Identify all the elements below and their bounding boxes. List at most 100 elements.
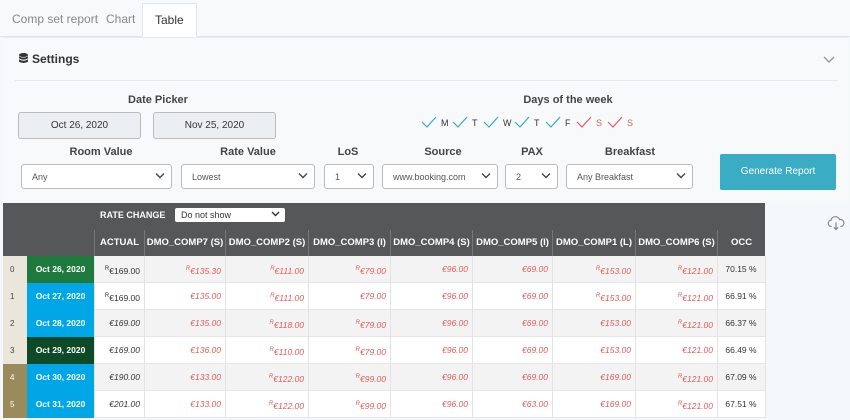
tab-table[interactable]: Table — [142, 3, 197, 37]
occupancy-cell: 66.37 % — [725, 318, 757, 328]
rate-value: €69.00 — [522, 318, 548, 328]
rate-value: €111.00 — [274, 266, 304, 276]
row-date: Oct 30, 2020 — [27, 364, 94, 391]
day-letter: F — [565, 118, 571, 128]
table-row[interactable]: 2 Oct 28, 2020 €169.00 €135.00 R€118.00 R€79.… — [3, 310, 765, 337]
day-letter: W — [503, 118, 512, 128]
competitor-rate-cell: €133.00 — [144, 391, 225, 418]
column-divider — [225, 256, 226, 418]
rate-value: €153.00 — [600, 318, 631, 328]
actual-rate-cell: €169.00 — [94, 337, 144, 364]
actual-rate-cell: €169.00 — [94, 310, 144, 337]
source-select[interactable]: www.booking.com — [382, 164, 498, 189]
settings-header[interactable]: Settings — [19, 52, 79, 66]
competitor-rate-cell: R€121.00 — [635, 256, 717, 283]
day-toggle[interactable]: S — [576, 116, 602, 128]
competitor-rate-cell: €69.00 — [472, 283, 552, 310]
settings-divider — [15, 80, 837, 81]
chevron-down-icon — [541, 173, 551, 179]
table-row[interactable]: 3 Oct 29, 2020 €169.00 €136.00 R€110.00 R€79.… — [3, 337, 765, 364]
day-letter: S — [627, 118, 634, 128]
breakfast-select[interactable]: Any Breakfast — [566, 164, 693, 189]
row-date: Oct 28, 2020 — [27, 310, 94, 337]
rate-value: €153.00 — [600, 266, 631, 276]
rate-value: €122.00 — [273, 401, 304, 411]
competitor-rate-cell: €153.00 — [552, 310, 635, 337]
rate-value: €110.00 — [273, 347, 304, 357]
los-label: LoS — [337, 146, 359, 158]
day-toggle[interactable]: W — [483, 116, 512, 128]
check-icon — [607, 116, 623, 128]
competitor-rate-cell: R€121.00 — [635, 391, 717, 418]
rate-value: €121.00 — [682, 293, 713, 303]
rate-value: €79.00 — [360, 347, 386, 357]
table-row[interactable]: 5 Oct 31, 2020 €201.00 €133.00 R€122.00 R€99.… — [3, 391, 765, 418]
rate-value: €153.00 — [600, 293, 631, 303]
column-header[interactable]: DMO_COMP1 (L) — [552, 230, 635, 256]
day-toggle[interactable]: M — [421, 116, 449, 128]
day-toggle[interactable]: S — [607, 116, 633, 128]
rate-value: €79.00 — [360, 266, 386, 276]
table-header-row: ACTUAL DMO_COMP7 (S) DMO_COMP2 (S) DMO_COMP… — [3, 230, 765, 256]
date-to-field[interactable]: Nov 25, 2020 — [153, 112, 276, 139]
competitor-rate-cell: €121.00 — [635, 337, 717, 364]
rate-value: €201.00 — [109, 399, 140, 409]
day-toggle[interactable]: T — [452, 116, 478, 128]
rate-value: €169.00 — [109, 318, 140, 328]
chevron-down-icon — [676, 173, 686, 179]
day-toggle[interactable]: F — [545, 116, 571, 128]
rate-value: €121.00 — [682, 266, 713, 276]
cloud-download-icon[interactable] — [827, 215, 845, 231]
column-header[interactable]: DMO_COMP7 (S) — [144, 230, 225, 256]
table-row[interactable]: 4 Oct 30, 2020 €190.00 €133.00 R€122.00 R€99.… — [3, 364, 765, 391]
rate-change-select[interactable]: Do not show — [175, 208, 285, 222]
column-divider — [390, 256, 391, 418]
row-date: Oct 27, 2020 — [27, 283, 94, 310]
competitor-rate-cell: €69.00 — [472, 256, 552, 283]
column-header[interactable]: DMO_COMP6 (S) — [635, 230, 717, 256]
rate-value: €136.00 — [190, 345, 221, 355]
column-header[interactable]: DMO_COMP2 (S) — [225, 230, 308, 256]
actual-rate-cell: R€169.00 — [94, 283, 144, 310]
los-selected: 1 — [335, 172, 341, 182]
competitor-rate-cell: R€121.00 — [635, 283, 717, 310]
breakfast-label: Breakfast — [604, 146, 656, 158]
competitor-rate-cell: R€135.30 — [144, 256, 225, 283]
column-header[interactable]: DMO_COMP3 (I) — [308, 230, 390, 256]
occupancy-cell: 66.91 % — [725, 291, 757, 301]
tab-chart[interactable]: Chart — [106, 12, 135, 26]
rate-value: €96.00 — [442, 372, 468, 382]
day-toggle[interactable]: T — [514, 116, 540, 128]
chevron-down-icon — [357, 173, 367, 179]
rate-value-selected: Lowest — [192, 172, 221, 182]
competitor-rate-cell: R€79.00 — [308, 256, 390, 283]
rate-value: €96.00 — [442, 318, 468, 328]
pax-select[interactable]: 2 — [505, 164, 558, 189]
generate-report-button[interactable]: Generate Report — [720, 154, 836, 190]
rate-value: €96.00 — [442, 264, 468, 274]
room-value-select[interactable]: Any — [21, 164, 172, 189]
rate-value-select[interactable]: Lowest — [181, 164, 315, 189]
table-row[interactable]: 0 Oct 26, 2020 R€169.00 R€135.30 R€111.00 R€7… — [3, 256, 765, 283]
date-from-field[interactable]: Oct 26, 2020 — [18, 112, 141, 139]
rate-value: €69.00 — [522, 372, 548, 382]
column-header[interactable]: ACTUAL — [94, 230, 144, 256]
rate-value: €133.00 — [190, 372, 221, 382]
row-index: 1 — [3, 283, 27, 310]
chevron-down-icon[interactable] — [823, 56, 835, 64]
table-row[interactable]: 1 Oct 27, 2020 R€169.00 €135.00 R€111.00 €79.… — [3, 283, 765, 310]
day-letter: S — [596, 118, 603, 128]
competitor-rate-cell: R€79.00 — [308, 337, 390, 364]
column-header[interactable]: DMO_COMP4 (S) — [390, 230, 472, 256]
competitor-rate-cell: R€111.00 — [225, 256, 308, 283]
chevron-down-icon — [271, 211, 280, 217]
column-header[interactable]: OCC — [717, 230, 765, 256]
tab-comp-set-report[interactable]: Comp set report — [12, 12, 98, 26]
column-header[interactable]: DMO_COMP5 (I) — [472, 230, 552, 256]
rate-value: €169.00 — [600, 372, 631, 382]
column-divider — [552, 256, 553, 418]
competitor-rate-cell: €133.00 — [144, 364, 225, 391]
competitor-rate-cell: R€118.00 — [225, 310, 308, 337]
los-select[interactable]: 1 — [324, 164, 374, 189]
rate-value: €135.00 — [190, 291, 221, 301]
